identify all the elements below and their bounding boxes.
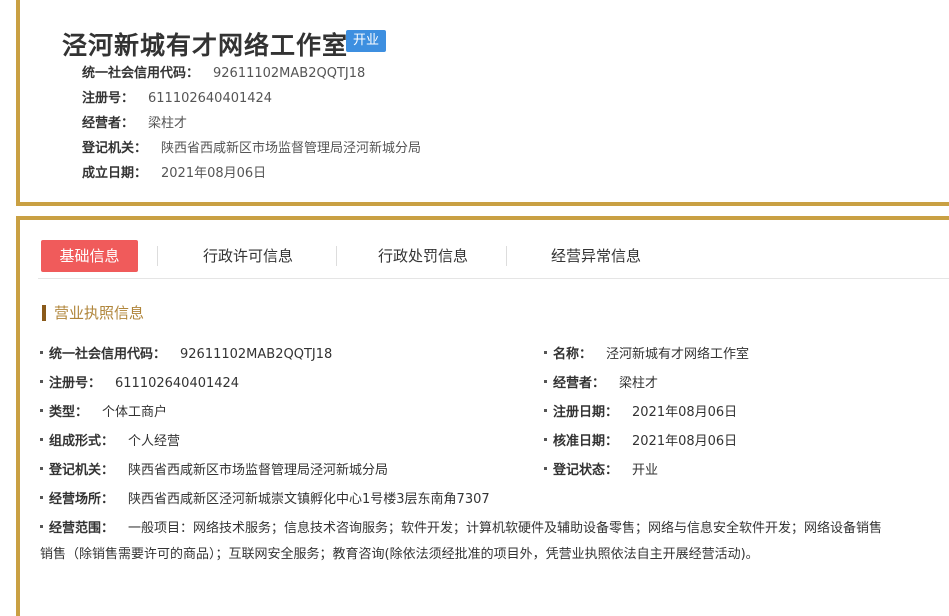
- field-value: 个人经营: [128, 434, 181, 449]
- bullet-icon: [40, 409, 43, 412]
- section-title: 营业执照信息: [42, 305, 144, 321]
- field-authority: 登记机关： 陕西省西咸新区市场监督管理局泾河新城分局: [40, 459, 388, 478]
- header-founded-value: 2021年08月06日: [161, 166, 267, 181]
- field-label: 登记机关：: [49, 463, 115, 478]
- header-reg-no: 注册号： 611102640401424: [82, 87, 272, 106]
- field-form: 组成形式： 个人经营: [40, 430, 180, 449]
- tab-bar: 基础信息 行政许可信息 行政处罚信息 经营异常信息: [38, 236, 949, 279]
- field-label: 名称：: [553, 347, 593, 362]
- field-label: 统一社会信用代码：: [49, 347, 167, 362]
- field-type: 类型： 个体工商户: [40, 401, 167, 420]
- field-label: 登记状态：: [553, 463, 619, 478]
- scope-value-line2: 销售（除销售需要许可的商品）；互联网安全服务；教育咨询(除依法须经批准的项目外，…: [40, 547, 759, 562]
- tab-admin-license[interactable]: 行政许可信息: [178, 240, 318, 272]
- field-label: 经营者：: [553, 376, 606, 391]
- header-founded-label: 成立日期：: [82, 166, 148, 181]
- bullet-icon: [40, 467, 43, 470]
- field-reg-status: 登记状态： 开业: [544, 459, 658, 478]
- tab-abnormal-operation[interactable]: 经营异常信息: [526, 240, 666, 272]
- field-label: 注册日期：: [553, 405, 619, 420]
- field-value: 泾河新城有才网络工作室: [606, 347, 750, 362]
- header-authority: 登记机关： 陕西省西咸新区市场监督管理局泾河新城分局: [82, 137, 421, 156]
- tab-divider: [157, 246, 158, 266]
- field-value: 92611102MAB2QQTJ18: [180, 347, 333, 362]
- bullet-icon: [544, 467, 547, 470]
- tab-divider: [336, 246, 337, 266]
- field-value: 陕西省西咸新区市场监督管理局泾河新城分局: [128, 463, 389, 478]
- bullet-icon: [40, 496, 43, 499]
- header-credit-code-value: 92611102MAB2QQTJ18: [213, 66, 366, 81]
- status-badge: 开业: [346, 30, 387, 52]
- bullet-icon: [40, 380, 43, 383]
- header-credit-code: 统一社会信用代码： 92611102MAB2QQTJ18: [82, 62, 365, 81]
- field-reg-no: 注册号： 611102640401424: [40, 372, 239, 391]
- scope-value-line1: 一般项目：网络技术服务；信息技术咨询服务；软件开发；计算机软硬件及辅助设备零售；…: [128, 521, 883, 536]
- field-reg-date: 注册日期： 2021年08月06日: [544, 401, 737, 420]
- header-operator-value: 梁柱才: [148, 116, 188, 131]
- bullet-icon: [544, 351, 547, 354]
- field-scope: 经营范围： 一般项目：网络技术服务；信息技术咨询服务；软件开发；计算机软硬件及辅助…: [40, 516, 949, 568]
- field-label: 经营范围：: [49, 521, 115, 536]
- bullet-icon: [544, 409, 547, 412]
- header-founded: 成立日期： 2021年08月06日: [82, 162, 266, 181]
- header-operator: 经营者： 梁柱才: [82, 112, 187, 131]
- field-label: 核准日期：: [553, 434, 619, 449]
- field-value: 611102640401424: [115, 376, 240, 391]
- bullet-icon: [544, 380, 547, 383]
- tab-basic-info[interactable]: 基础信息: [41, 240, 138, 272]
- bullet-icon: [544, 438, 547, 441]
- field-value: 陕西省西咸新区泾河新城崇文镇孵化中心1号楼3层东南角7307: [128, 492, 490, 507]
- bullet-icon: [40, 438, 43, 441]
- field-label: 组成形式：: [49, 434, 115, 449]
- company-name: 泾河新城有才网络工作室: [62, 31, 349, 60]
- field-label: 类型：: [49, 405, 89, 420]
- field-name: 名称： 泾河新城有才网络工作室: [544, 343, 749, 362]
- scope-line-1: 经营范围： 一般项目：网络技术服务；信息技术咨询服务；软件开发；计算机软硬件及辅助…: [40, 516, 949, 542]
- bullet-icon: [40, 525, 43, 528]
- tab-divider: [506, 246, 507, 266]
- field-operator: 经营者： 梁柱才: [544, 372, 658, 391]
- field-label: 注册号：: [49, 376, 102, 391]
- bullet-icon: [40, 351, 43, 354]
- header-authority-value: 陕西省西咸新区市场监督管理局泾河新城分局: [161, 141, 422, 156]
- field-value: 梁柱才: [619, 376, 659, 391]
- field-value: 个体工商户: [102, 405, 168, 420]
- field-label: 经营场所：: [49, 492, 115, 507]
- field-value: 2021年08月06日: [632, 405, 738, 420]
- field-address: 经营场所： 陕西省西咸新区泾河新城崇文镇孵化中心1号楼3层东南角7307: [40, 488, 490, 507]
- field-value: 开业: [632, 463, 659, 478]
- header-operator-label: 经营者：: [82, 116, 135, 131]
- field-approve-date: 核准日期： 2021年08月06日: [544, 430, 737, 449]
- header-reg-no-label: 注册号：: [82, 91, 135, 106]
- field-credit-code: 统一社会信用代码： 92611102MAB2QQTJ18: [40, 343, 332, 362]
- tab-admin-penalty[interactable]: 行政处罚信息: [353, 240, 493, 272]
- header-authority-label: 登记机关：: [82, 141, 148, 156]
- header-reg-no-value: 611102640401424: [148, 91, 273, 106]
- header-credit-code-label: 统一社会信用代码：: [82, 66, 200, 81]
- field-value: 2021年08月06日: [632, 434, 738, 449]
